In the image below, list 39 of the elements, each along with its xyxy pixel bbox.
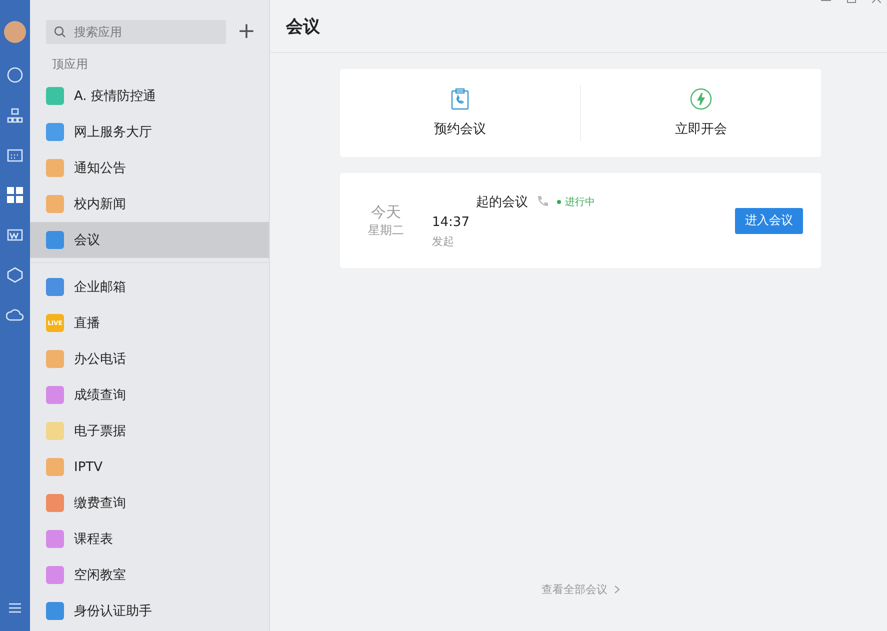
search-icon xyxy=(54,26,66,38)
app-item[interactable]: IPTV xyxy=(30,449,269,485)
avatar-icon[interactable] xyxy=(3,20,27,44)
search-field[interactable]: 搜索应用 xyxy=(46,20,226,44)
minimize-icon[interactable] xyxy=(821,0,831,3)
page-title: 会议 xyxy=(270,0,887,53)
action-button[interactable]: 预约会议 xyxy=(340,69,580,157)
phone-icon xyxy=(536,195,549,208)
clipboard-icon xyxy=(451,88,469,110)
app-item[interactable]: 缴费查询 xyxy=(30,485,269,521)
app-item[interactable]: 办公电话 xyxy=(30,341,269,377)
action-button[interactable]: 立即开会 xyxy=(581,69,821,157)
meeting-time: 14:37 xyxy=(432,214,470,230)
join-meeting-button[interactable]: 进入会议 xyxy=(735,208,803,234)
meeting-weekday: 星期二 xyxy=(368,222,404,238)
app-item[interactable]: 会议 xyxy=(30,222,269,258)
nav-icon[interactable] xyxy=(6,66,24,84)
section-heading: 顶应用 xyxy=(51,56,89,73)
nav-icon[interactable] xyxy=(6,266,24,284)
app-item[interactable]: 课程表 xyxy=(30,521,269,557)
meeting-title: 起的会议 xyxy=(476,194,528,210)
meeting-initiator: 发起 xyxy=(432,234,455,248)
status-dot-icon xyxy=(557,200,561,204)
app-item[interactable]: 网上服务大厅 xyxy=(30,114,269,150)
chevron-icon xyxy=(614,585,620,594)
app-item[interactable]: 电子票据 xyxy=(30,413,269,449)
app-item[interactable]: 空闲教室 xyxy=(30,557,269,593)
nav-icon[interactable] xyxy=(6,106,24,124)
app-item[interactable]: 校内新闻 xyxy=(30,186,269,222)
app-item[interactable]: 身份认证助手 xyxy=(30,593,269,629)
app-item[interactable]: A. 疫情防控通 xyxy=(30,78,269,114)
apps-icon[interactable] xyxy=(6,186,24,204)
lightning-icon xyxy=(690,88,712,110)
meeting-day: 今天 xyxy=(371,202,401,222)
add-button[interactable]: + xyxy=(236,22,257,42)
app-item[interactable]: 企业邮箱 xyxy=(30,269,269,305)
meeting-status: 进行中 xyxy=(565,196,595,208)
app-item[interactable]: 成绩查询 xyxy=(30,377,269,413)
app-item[interactable]: 通知公告 xyxy=(30,150,269,186)
